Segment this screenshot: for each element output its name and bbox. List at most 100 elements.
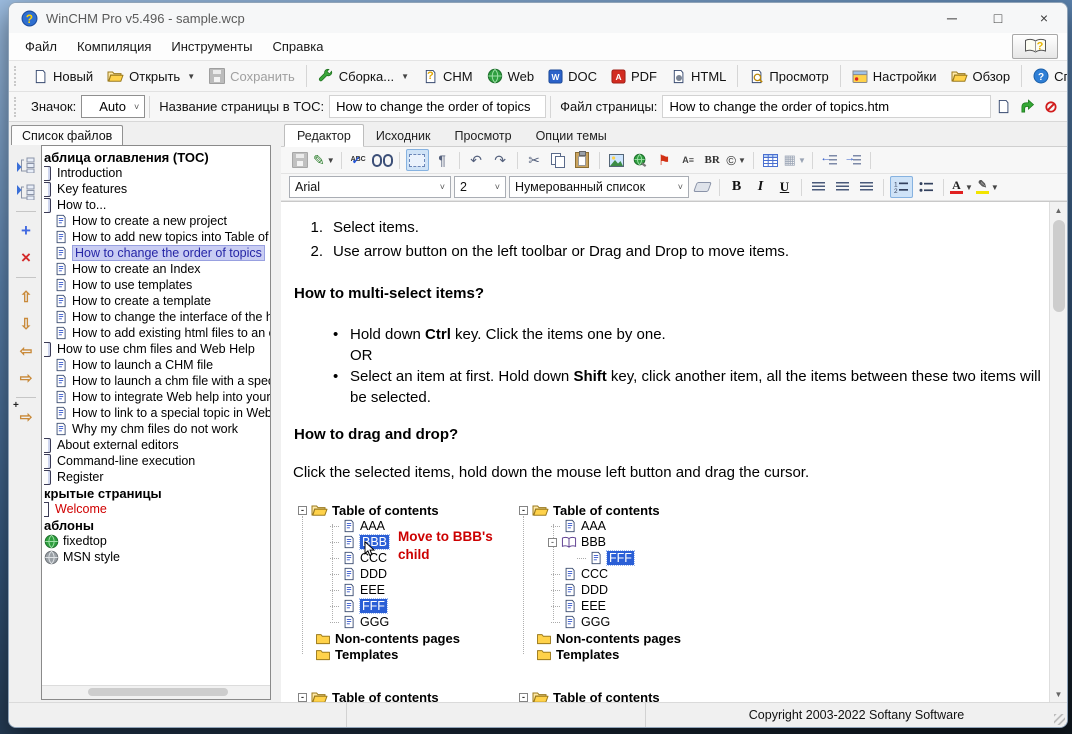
toc-tree-item[interactable]: How to add new topics into Table of Cont… (42, 229, 270, 245)
move-down-button[interactable]: ⇩ (15, 314, 37, 334)
menu-compile[interactable]: Компиляция (67, 35, 161, 58)
toc-tree-item[interactable]: Key features (42, 181, 270, 197)
insert-link-button[interactable] (630, 150, 651, 170)
collapse-tree-icon[interactable] (15, 182, 37, 202)
delete-topic-button[interactable]: × (15, 248, 37, 268)
paragraph-style-select[interactable]: Нумерованный список ˅ (509, 176, 689, 198)
move-right-button[interactable]: ⇨ (15, 368, 37, 388)
toc-tree-item[interactable]: Welcome (42, 501, 270, 517)
new-page-file-button[interactable] (991, 96, 1015, 118)
tab-theme-options[interactable]: Опции темы (524, 125, 619, 146)
browse-button[interactable]: Обзор (944, 66, 1018, 87)
insert-anchor-button[interactable]: ⚑ (654, 150, 675, 170)
vertical-scrollbar[interactable]: ▲ ▼ (1049, 202, 1067, 702)
toc-tree-item[interactable]: How to change the order of topics (42, 245, 270, 261)
font-select[interactable]: Arial ˅ (289, 176, 451, 198)
remove-file-button[interactable]: ⊘ (1039, 96, 1063, 118)
preview-button[interactable]: Просмотр (742, 66, 835, 87)
toc-tree-item[interactable]: How to launch a chm file with a specifie… (42, 373, 270, 389)
toc-tree-item[interactable]: аблица оглавления (TOC) (42, 149, 270, 165)
move-left-button[interactable]: ⇦ (15, 341, 37, 361)
save-page-button[interactable] (289, 150, 310, 170)
undo-button[interactable]: ↶ (466, 150, 487, 170)
named-list-button[interactable]: A≡ (678, 150, 699, 170)
bold-button[interactable]: B (726, 177, 747, 197)
toc-tree-item[interactable]: How to create a new project (42, 213, 270, 229)
edit-mode-button[interactable]: ✎ ▼ (313, 150, 335, 170)
icon-select[interactable]: Auto ˅ (81, 95, 146, 118)
compile-pdf-button[interactable]: A PDF (604, 66, 664, 87)
tab-preview[interactable]: Просмотр (442, 125, 523, 146)
toc-tree-item[interactable]: How to use templates (42, 277, 270, 293)
maximize-button[interactable]: □ (975, 3, 1021, 33)
scrollbar-thumb[interactable] (88, 688, 228, 696)
toc-tree-item[interactable]: MSN style (42, 549, 270, 565)
toc-tree-item[interactable]: How to create a template (42, 293, 270, 309)
toc-tree-item[interactable]: How to add existing html files to an exi… (42, 325, 270, 341)
insert-symbol-button[interactable]: © ▼ (726, 150, 747, 170)
help-button[interactable]: ? Справка (1026, 65, 1067, 87)
table-operations-button[interactable]: ▦ ▼ (784, 150, 806, 170)
scroll-up-arrow[interactable]: ▲ (1050, 202, 1067, 218)
toc-tree-item[interactable]: How to integrate Web help into your webs (42, 389, 270, 405)
toc-tree-item[interactable]: Introduction (42, 165, 270, 181)
document-editor[interactable]: 1. Select items. 2. Use arrow button on the… (281, 202, 1049, 702)
align-left-button[interactable] (808, 177, 829, 197)
move-up-button[interactable]: ⇧ (15, 287, 37, 307)
cut-button[interactable]: ✂ (524, 150, 545, 170)
toc-tree-item[interactable]: крытые страницы (42, 485, 270, 501)
save-button[interactable]: Сохранить (202, 65, 302, 87)
toc-tree-item[interactable]: How to change the interface of the html … (42, 309, 270, 325)
toc-tree-item[interactable]: How to create an Index (42, 261, 270, 277)
build-button[interactable]: Сборка... ▼ (311, 65, 416, 87)
highlight-button[interactable]: ✎ ▼ (975, 177, 999, 197)
tab-file-list[interactable]: Список файлов (11, 125, 124, 145)
increase-indent-button[interactable]: → (843, 150, 864, 170)
goto-file-button[interactable] (1015, 96, 1039, 118)
spellcheck-button[interactable]: ABC ✓ (348, 150, 369, 170)
settings-button[interactable]: Настройки (845, 66, 944, 87)
resize-grip[interactable] (1054, 714, 1065, 725)
insert-br-button[interactable]: BR (702, 150, 723, 170)
toc-tree-item[interactable]: How to link to a special topic in Web He… (42, 405, 270, 421)
font-color-button[interactable]: A ▼ (950, 177, 973, 197)
insert-image-button[interactable] (606, 150, 627, 170)
toc-tree-item[interactable]: Why my chm files do not work (42, 421, 270, 437)
show-paragraph-button[interactable]: ¶ (432, 150, 453, 170)
toc-tree-item[interactable]: fixedtop (42, 533, 270, 549)
font-size-select[interactable]: 2 ˅ (454, 176, 506, 198)
add-topic-button[interactable]: + (15, 221, 37, 241)
compile-html-button[interactable]: HTML (664, 66, 733, 87)
compile-web-button[interactable]: Web (480, 65, 542, 87)
compile-doc-button[interactable]: W DOC (541, 66, 604, 87)
show-borders-button[interactable] (405, 149, 429, 171)
toc-tree-item[interactable]: Register (42, 469, 270, 485)
menu-help[interactable]: Справка (262, 35, 333, 58)
paste-button[interactable] (572, 150, 593, 170)
menu-file[interactable]: Файл (15, 35, 67, 58)
insert-table-button[interactable] (760, 150, 781, 170)
toc-tree-item[interactable]: How to use chm files and Web Help (42, 341, 270, 357)
page-file-input[interactable]: How to change the order of topics.htm (662, 95, 991, 118)
new-button[interactable]: Новый (26, 66, 100, 87)
clear-format-button[interactable] (692, 177, 713, 197)
minimize-button[interactable]: ─ (929, 3, 975, 33)
align-center-button[interactable] (832, 177, 853, 197)
add-child-button[interactable]: + ⇨ (13, 400, 37, 427)
tab-source[interactable]: Исходник (364, 125, 443, 146)
toc-title-input[interactable]: How to change the order of topics (329, 95, 547, 118)
toc-tree-item[interactable]: аблоны (42, 517, 270, 533)
close-button[interactable]: × (1021, 3, 1067, 33)
expand-tree-icon[interactable] (15, 155, 37, 175)
tab-editor[interactable]: Редактор (284, 124, 364, 147)
copy-button[interactable] (548, 150, 569, 170)
numbered-list-button[interactable]: 12 (890, 176, 913, 198)
italic-button[interactable]: I (750, 177, 771, 197)
menu-tools[interactable]: Инструменты (161, 35, 262, 58)
toc-tree-item[interactable]: Command-line execution (42, 453, 270, 469)
compile-chm-button[interactable]: ? CHM (416, 66, 480, 87)
underline-button[interactable]: U (774, 177, 795, 197)
align-right-button[interactable] (856, 177, 877, 197)
redo-button[interactable]: ↷ (490, 150, 511, 170)
toc-tree-item[interactable]: How to... (42, 197, 270, 213)
